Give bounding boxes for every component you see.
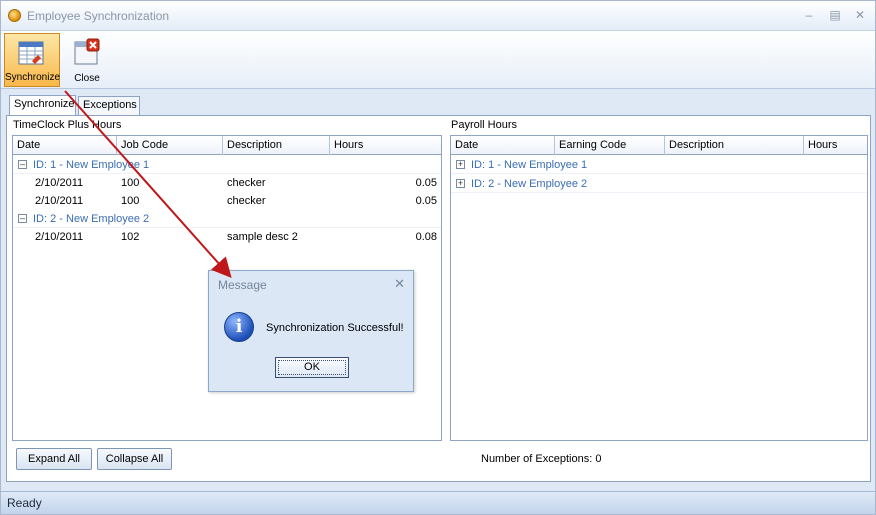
ok-button[interactable]: OK bbox=[275, 357, 349, 378]
group-row[interactable]: + ID: 1 - New Employee 1 bbox=[451, 156, 867, 174]
maximize-icon[interactable]: ▤ bbox=[827, 7, 843, 23]
collapse-icon[interactable]: – bbox=[18, 214, 27, 223]
close-doc-icon bbox=[74, 38, 100, 65]
column-header-earning-code[interactable]: Earning Code bbox=[555, 136, 665, 155]
column-header-date[interactable]: Date bbox=[451, 136, 555, 155]
cell-description: checker bbox=[227, 195, 266, 207]
tab-exceptions[interactable]: Exceptions bbox=[78, 96, 140, 115]
collapse-all-button[interactable]: Collapse All bbox=[97, 448, 172, 470]
group-row[interactable]: + ID: 2 - New Employee 2 bbox=[451, 175, 867, 193]
group-label: ID: 2 - New Employee 2 bbox=[33, 213, 150, 225]
expand-all-button[interactable]: Expand All bbox=[16, 448, 92, 470]
table-row[interactable]: 2/10/2011 100 checker 0.05 bbox=[13, 192, 441, 210]
close-label: Close bbox=[74, 73, 100, 84]
cell-job-code: 100 bbox=[121, 177, 140, 189]
cell-job-code: 100 bbox=[121, 195, 140, 207]
group-row[interactable]: – ID: 2 - New Employee 2 bbox=[13, 210, 441, 228]
app-icon bbox=[8, 9, 21, 22]
group-label: ID: 1 - New Employee 1 bbox=[33, 159, 150, 171]
close-button[interactable]: Close bbox=[64, 33, 110, 87]
cell-hours: 0.08 bbox=[415, 231, 437, 243]
expand-icon[interactable]: + bbox=[456, 160, 465, 169]
title-bar: Employee Synchronization – ▤ ✕ bbox=[1, 1, 875, 31]
table-row[interactable]: 2/10/2011 100 checker 0.05 bbox=[13, 174, 441, 192]
timeclock-panel-title: TimeClock Plus Hours bbox=[13, 119, 122, 131]
column-header-job-code[interactable]: Job Code bbox=[117, 136, 223, 155]
status-bar: Ready bbox=[1, 491, 875, 514]
timeclock-grid-header: Date Job Code Description Hours bbox=[13, 136, 441, 155]
group-label: ID: 1 - New Employee 1 bbox=[471, 159, 588, 171]
dialog-title: Message bbox=[218, 278, 267, 292]
cell-date: 2/10/2011 bbox=[35, 195, 84, 207]
cell-job-code: 102 bbox=[121, 231, 140, 243]
column-header-description[interactable]: Description bbox=[665, 136, 804, 155]
group-row[interactable]: – ID: 1 - New Employee 1 bbox=[13, 156, 441, 174]
column-header-description[interactable]: Description bbox=[223, 136, 330, 155]
dialog-close-icon[interactable]: ✕ bbox=[394, 276, 405, 292]
cell-hours: 0.05 bbox=[415, 195, 437, 207]
synchronize-label: Synchronize bbox=[5, 72, 61, 83]
payroll-grid-header: Date Earning Code Description Hours bbox=[451, 136, 867, 155]
group-label: ID: 2 - New Employee 2 bbox=[471, 178, 588, 190]
expand-icon[interactable]: + bbox=[456, 179, 465, 188]
column-header-hours[interactable]: Hours bbox=[804, 136, 867, 155]
synchronize-tab-content: TimeClock Plus Hours Date Job Code Descr… bbox=[6, 115, 871, 482]
exceptions-count: Number of Exceptions: 0 bbox=[481, 453, 602, 465]
cell-hours: 0.05 bbox=[415, 177, 437, 189]
minimize-icon[interactable]: – bbox=[801, 7, 817, 23]
cell-description: sample desc 2 bbox=[227, 231, 298, 243]
window-title: Employee Synchronization bbox=[27, 9, 170, 23]
status-text: Ready bbox=[7, 496, 42, 510]
main-window: Employee Synchronization – ▤ ✕ Synchroni… bbox=[0, 0, 876, 515]
table-row[interactable]: 2/10/2011 102 sample desc 2 0.08 bbox=[13, 228, 441, 246]
info-icon: i bbox=[224, 312, 254, 342]
tab-synchronize[interactable]: Synchronize bbox=[9, 95, 76, 116]
close-window-icon[interactable]: ✕ bbox=[852, 7, 868, 23]
column-header-date[interactable]: Date bbox=[13, 136, 117, 155]
column-header-hours[interactable]: Hours bbox=[330, 136, 441, 155]
collapse-icon[interactable]: – bbox=[18, 160, 27, 169]
message-dialog: Message ✕ i Synchronization Successful! … bbox=[208, 270, 414, 392]
synchronize-button[interactable]: Synchronize bbox=[4, 33, 60, 87]
dialog-message: Synchronization Successful! bbox=[266, 322, 404, 334]
cell-date: 2/10/2011 bbox=[35, 177, 84, 189]
synchronize-icon bbox=[18, 41, 44, 65]
cell-date: 2/10/2011 bbox=[35, 231, 84, 243]
cell-description: checker bbox=[227, 177, 266, 189]
payroll-grid[interactable]: Date Earning Code Description Hours + ID… bbox=[450, 135, 868, 441]
toolbar: Synchronize Close bbox=[1, 31, 875, 89]
payroll-panel-title: Payroll Hours bbox=[451, 119, 518, 131]
